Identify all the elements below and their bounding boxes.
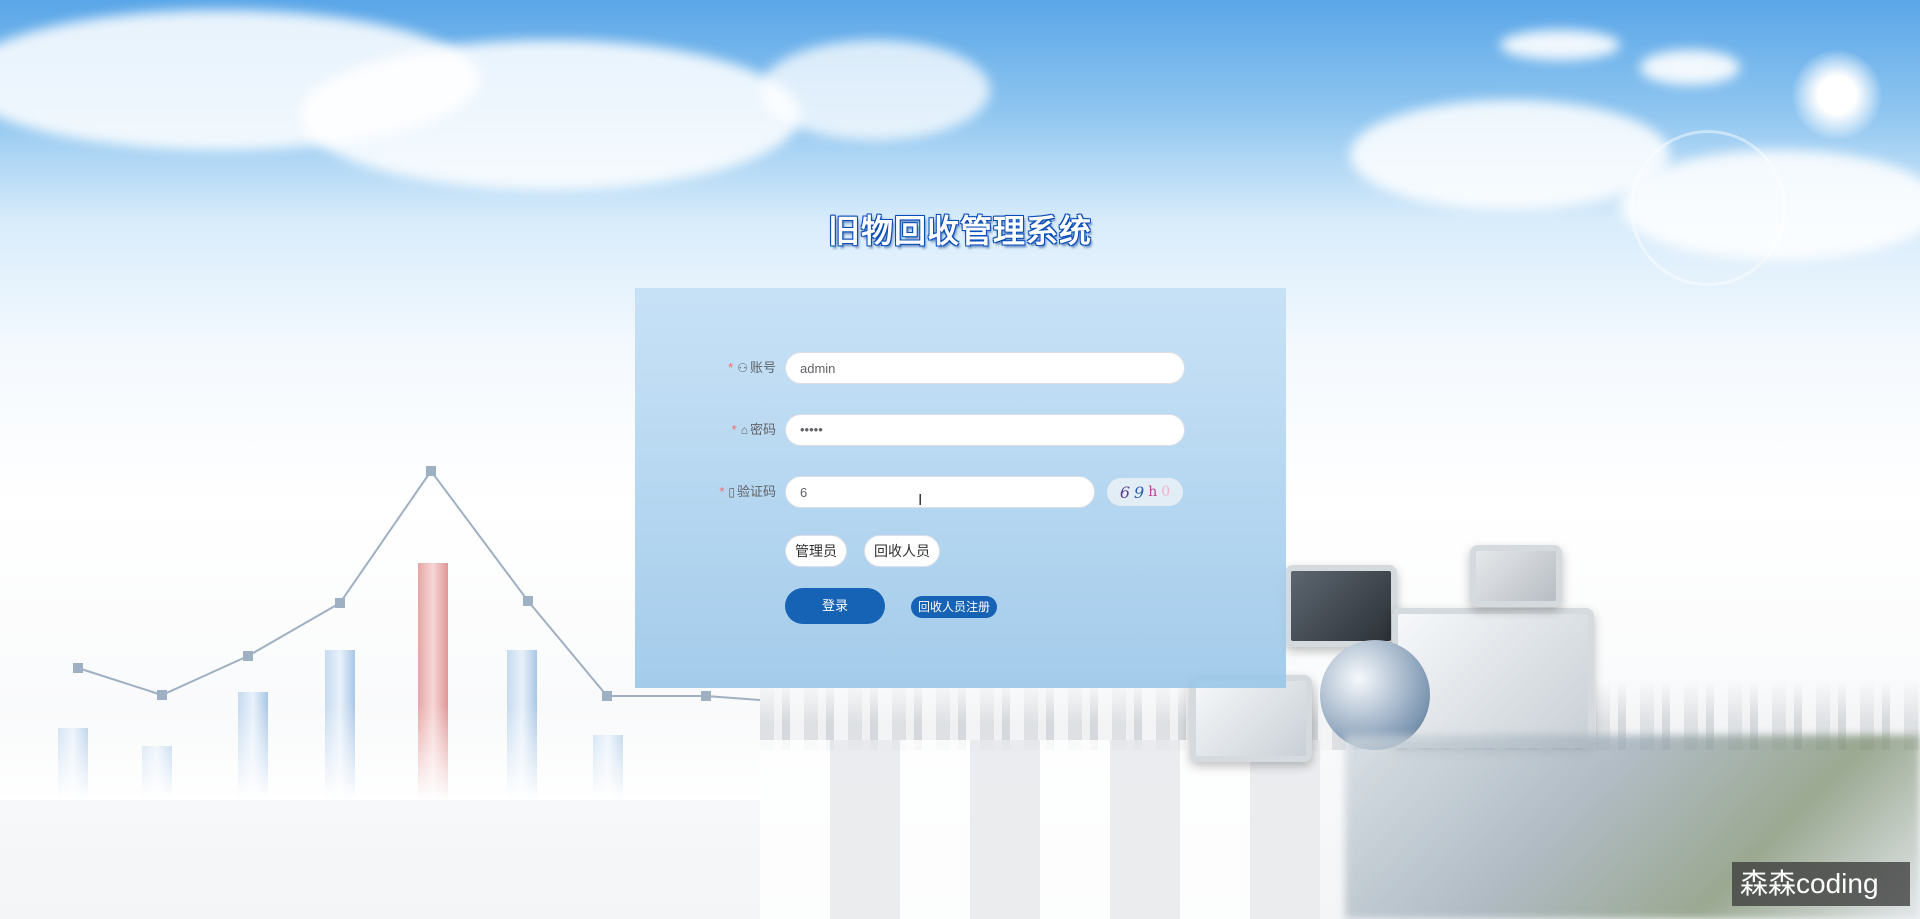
- required-asterisk: *: [728, 360, 734, 375]
- sun-icon: [1792, 50, 1882, 140]
- document-icon: ▯: [728, 485, 735, 499]
- required-asterisk: *: [731, 422, 737, 437]
- globe-illustration: [1320, 640, 1430, 750]
- captcha-char: 9: [1134, 482, 1145, 502]
- monitor-illustration: [1470, 545, 1562, 607]
- account-input[interactable]: [785, 352, 1185, 384]
- action-row: 登录 回收人员注册: [635, 588, 1286, 624]
- password-label: * ⌂ 密码: [731, 422, 776, 437]
- text-cursor-icon: I: [918, 492, 923, 509]
- captcha-input[interactable]: [785, 476, 1095, 508]
- password-input[interactable]: •••••: [785, 414, 1185, 446]
- captcha-char: h: [1148, 484, 1158, 500]
- chart-point: [157, 690, 167, 700]
- page-title: 旧物回收管理系统: [827, 212, 1092, 250]
- role-row: 管理员 回收人员: [635, 535, 1286, 567]
- watermark: 森森coding: [1732, 862, 1910, 906]
- chart-point: [243, 651, 253, 661]
- captcha-label: * ▯ 验证码: [719, 484, 776, 499]
- role-admin-button[interactable]: 管理员: [785, 535, 847, 567]
- user-icon: ⚇: [737, 361, 748, 375]
- required-asterisk: *: [719, 484, 725, 499]
- password-row: * ⌂ 密码 •••••: [635, 414, 1286, 446]
- captcha-row: *▯验证码 6 9 h 0: [635, 476, 1286, 508]
- chart-point: [523, 596, 533, 606]
- chart-point: [426, 466, 436, 476]
- monitor-illustration: [1190, 675, 1312, 762]
- login-panel: *⚇账号 *⌂密码 ••••• *▯验证码 6 9 h 0 管理员 回收人员 登…: [635, 288, 1286, 688]
- monitor-illustration: [1285, 565, 1397, 647]
- login-button[interactable]: 登录: [785, 588, 885, 624]
- captcha-char: 0: [1161, 484, 1171, 500]
- chart-point: [701, 691, 711, 701]
- checkered-floor: [760, 740, 1320, 919]
- captcha-char: 6: [1119, 482, 1131, 502]
- register-button[interactable]: 回收人员注册: [911, 596, 998, 618]
- chart-point: [73, 663, 83, 673]
- role-recycler-button[interactable]: 回收人员: [864, 535, 940, 567]
- account-label: * ⚇ 账号: [728, 360, 776, 375]
- account-row: * ⚇ 账号: [635, 352, 1286, 384]
- captcha-image[interactable]: 6 9 h 0: [1107, 478, 1183, 506]
- chart-point: [335, 598, 345, 608]
- chart-point: [602, 691, 612, 701]
- lock-icon: ⌂: [740, 423, 748, 437]
